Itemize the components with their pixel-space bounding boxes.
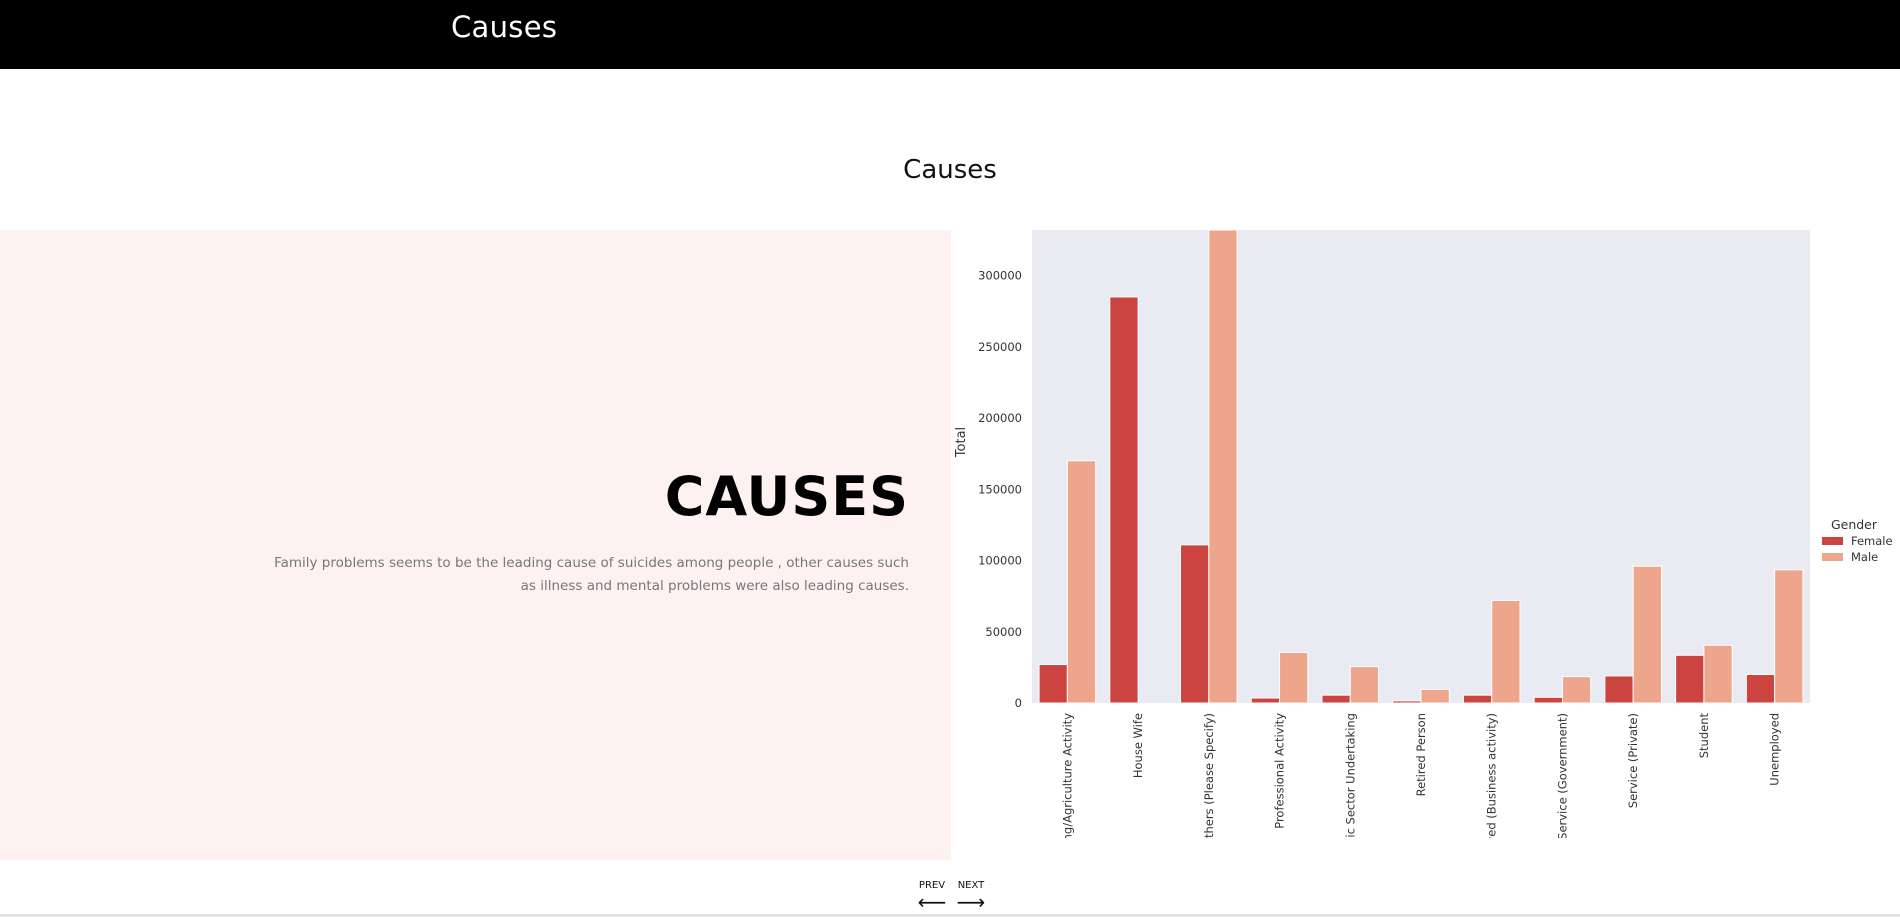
bar-male: [1774, 569, 1804, 704]
bar-male: [1420, 688, 1450, 704]
y-axis-label: Total: [954, 427, 969, 458]
x-tick-label: House Wife: [1131, 713, 1145, 778]
bar-male: [1349, 666, 1380, 704]
x-tick-label: Student: [1697, 713, 1711, 759]
bar-female: [1038, 664, 1068, 704]
y-tick-label: 250000: [978, 340, 1022, 354]
bar-female: [1675, 654, 1705, 704]
legend-swatch-female: [1822, 537, 1843, 545]
y-tick-label: 100000: [978, 554, 1022, 568]
legend-label-female: Female: [1851, 534, 1893, 548]
bar-male: [1491, 599, 1521, 704]
bar-female: [1321, 694, 1351, 704]
bar-female: [1250, 697, 1281, 704]
y-tick-label: 0: [1015, 696, 1022, 710]
bar-male: [1208, 229, 1238, 704]
bar-male: [1632, 565, 1662, 704]
causes-panel: CAUSES Family problems seems to be the l…: [0, 230, 951, 860]
bar-male: [1279, 651, 1309, 704]
bar-female: [1109, 296, 1139, 704]
y-tick-label: 300000: [978, 269, 1022, 283]
bar-male: [1703, 644, 1733, 704]
x-tick-label: Others (Please Specify): [1202, 713, 1216, 847]
section-title: Causes: [903, 155, 997, 185]
x-tick-label: Service (Government): [1555, 713, 1569, 840]
legend-label-male: Male: [1851, 550, 1878, 564]
label-clip: [1030, 838, 1812, 864]
x-tick-label: loyed (Business activity): [1485, 713, 1499, 854]
x-tick-label: Unemployed: [1768, 713, 1782, 786]
next-button[interactable]: NEXT ⟶: [951, 880, 991, 914]
y-tick-label: 50000: [985, 625, 1022, 639]
x-tick-label: Professional Activity: [1273, 713, 1287, 829]
plot-area: [1032, 230, 1810, 703]
bar-female: [1745, 674, 1776, 704]
bar-female: [1604, 675, 1634, 704]
legend-swatch-male: [1822, 553, 1843, 561]
bar-male: [1561, 676, 1592, 704]
bar-female: [1533, 696, 1563, 704]
bar-female: [1462, 694, 1493, 704]
bar-female: [1180, 544, 1210, 704]
bar-male: [1066, 460, 1097, 704]
y-tick-label: 200000: [978, 411, 1022, 425]
panel-description: Family problems seems to be the leading …: [274, 555, 909, 594]
arrow-right-icon: ⟶: [956, 890, 986, 914]
prev-button[interactable]: PREV ⟵: [912, 880, 952, 914]
causes-bar-chart: 0 50000 100000 150000 200000 250000 300000 Tota…: [954, 229, 1893, 864]
x-tick-label: ublic Sector Undertaking: [1343, 713, 1357, 855]
x-tick-label: Service (Private): [1626, 713, 1640, 808]
top-bar: Causes: [0, 0, 1900, 69]
panel-heading: CAUSES: [664, 465, 909, 528]
arrow-left-icon: ⟵: [917, 890, 947, 914]
app-title: Causes: [451, 10, 558, 44]
legend-title: Gender: [1831, 517, 1878, 532]
bar-female: [1392, 700, 1422, 704]
y-tick-label: 150000: [978, 482, 1022, 496]
x-tick-label: Retired Person: [1414, 713, 1428, 796]
